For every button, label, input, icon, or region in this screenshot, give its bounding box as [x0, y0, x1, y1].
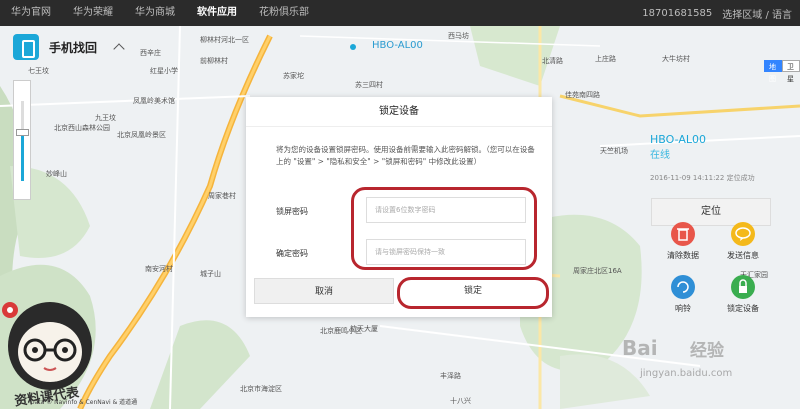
device-locate-time: 2016-11-09 14:11:22 定位成功 [650, 174, 755, 182]
map-label: 周家庄北区16A [573, 267, 622, 275]
device-marker[interactable] [350, 44, 356, 50]
map-label: 天竺机场 [600, 147, 628, 155]
map-label: 凤凰岭美术馆 [133, 97, 175, 105]
app-title: 手机找回 [49, 40, 98, 55]
phone-icon [13, 34, 39, 60]
device-status: 在线 [650, 150, 670, 161]
map-label: 北京凤凰岭景区 [117, 131, 166, 139]
lock-password-input[interactable]: 请设置6位数字密码 [366, 197, 526, 223]
lock-button[interactable]: 锁定 [400, 278, 546, 304]
zoom-fill [21, 136, 24, 181]
map-label: 北京鹿鸣小区 [320, 327, 362, 335]
map-label: 七王坟 [28, 67, 49, 75]
refresh-icon [671, 275, 695, 299]
zoom-handle[interactable] [16, 129, 29, 136]
nav-link-honor[interactable]: 华为荣耀 [62, 0, 124, 26]
confirm-password-input[interactable]: 请与锁屏密码保持一致 [366, 239, 526, 265]
action-label: 响铃 [675, 304, 691, 313]
watermark-logo: 经验 [690, 341, 724, 361]
map-label: 十八兴 [450, 397, 471, 405]
dialog-description: 将为您的设备设置锁屏密码。使用设备前需要输入此密码解锁。（您可以在设备上的 "设… [276, 145, 535, 166]
map-label: 南安河村 [145, 265, 173, 273]
nav-link-vmall[interactable]: 华为商城 [124, 0, 186, 26]
map-label: 苏三四村 [355, 81, 383, 89]
action-send-message[interactable]: 发送信息 [726, 222, 760, 261]
action-label: 清除数据 [667, 251, 699, 260]
action-label: 锁定设备 [727, 304, 759, 313]
nav-link-club[interactable]: 花粉俱乐部 [248, 0, 320, 26]
action-erase-data[interactable]: 清除数据 [666, 222, 700, 261]
lock-icon [731, 275, 755, 299]
trash-icon [671, 222, 695, 246]
map-label: 上庄路 [595, 55, 616, 63]
map-label: 城子山 [200, 270, 221, 278]
dialog-title: 锁定设备 [246, 97, 552, 127]
map-label: 苏家坨 [283, 72, 304, 80]
cancel-button[interactable]: 取消 [254, 278, 394, 304]
lock-password-label: 锁屏密码 [276, 207, 308, 216]
action-lock-device[interactable]: 锁定设备 [726, 275, 760, 314]
map-label: 西马坊 [448, 32, 469, 40]
map-label: 周家巷村 [208, 192, 236, 200]
nav-link-software[interactable]: 软件应用 [186, 0, 248, 26]
zoom-slider[interactable] [13, 80, 31, 200]
nav-link-huawei[interactable]: 华为官网 [0, 0, 62, 26]
device-map-label: HBO-AL00 [372, 40, 423, 51]
confirm-password-label: 确定密码 [276, 249, 308, 258]
account-number[interactable]: 18701681585 [642, 8, 712, 19]
map-label: 九王坟 [95, 114, 116, 122]
action-label: 发送信息 [727, 251, 759, 260]
account-area: 18701681585 选择区域 / 语言 [632, 0, 792, 26]
app-header: 手机找回 [13, 34, 135, 60]
map-label: 北京市海淀区 [240, 385, 282, 393]
map-type-map[interactable]: 地图 [764, 60, 782, 83]
map-label: 北京西山森林公园 [54, 124, 110, 132]
device-name: HBO-AL00 [650, 133, 706, 146]
map-type-switch: 地图 卫星 [764, 60, 800, 83]
map-label: 北清路 [542, 57, 563, 65]
top-navigation-bar: 华为官网 华为荣耀 华为商城 软件应用 花粉俱乐部 18701681585 选择… [0, 0, 800, 26]
chevron-up-icon[interactable] [113, 43, 125, 55]
device-info-panel: HBO-AL00 在线 2016-11-09 14:11:22 定位成功 [650, 133, 800, 183]
sticker-avatar [0, 288, 100, 393]
map-label: 红星小学 [150, 67, 178, 75]
map-label: 佳苑南四路 [565, 91, 600, 99]
region-selector[interactable]: 选择区域 / 语言 [722, 6, 792, 21]
watermark-url: jingyan.baidu.com [640, 368, 733, 379]
avatar-illustration [2, 302, 92, 390]
map-label: 丰泽路 [440, 372, 461, 380]
lock-device-dialog: 锁定设备 将为您的设备设置锁屏密码。使用设备前需要输入此密码解锁。（您可以在设备… [246, 97, 552, 317]
top-nav-links: 华为官网 华为荣耀 华为商城 软件应用 花粉俱乐部 [0, 0, 320, 26]
action-ring[interactable]: 响铃 [666, 275, 700, 314]
map-label: 前柳林村 [200, 57, 228, 65]
map-label: 妙峰山 [46, 170, 67, 178]
map-label: 柳林村河北一区 [200, 36, 249, 44]
watermark-brand: Bai [622, 336, 658, 360]
map-label: 大牛坊村 [662, 55, 690, 63]
map-label: 西辛庄 [140, 49, 161, 57]
map-type-satellite[interactable]: 卫星 [782, 60, 800, 83]
message-icon [731, 222, 755, 246]
